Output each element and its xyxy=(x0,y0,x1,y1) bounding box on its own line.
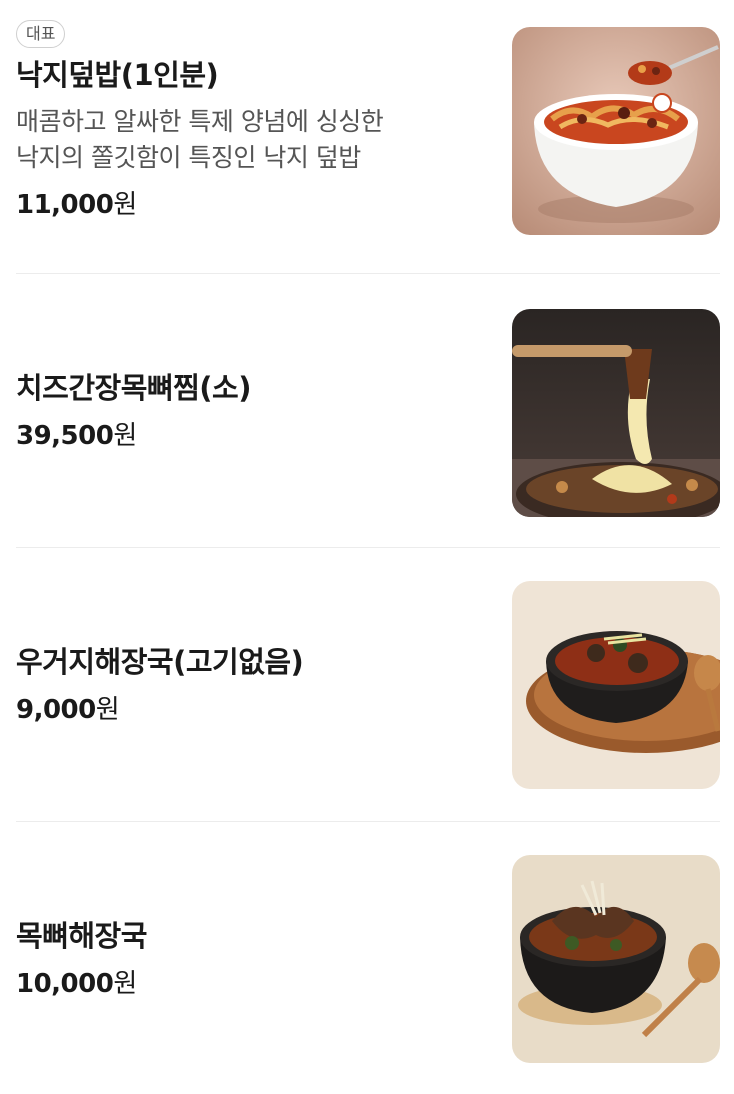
menu-item-price: 11,000원 xyxy=(16,188,490,222)
price-value: 9,000 xyxy=(16,694,96,725)
menu-item[interactable]: 대표 낙지덮밥(1인분) 매콤하고 알싸한 특제 양념에 싱싱한 낙지의 쫄깃함… xyxy=(16,0,720,274)
price-currency: 원 xyxy=(113,969,137,999)
price-currency: 원 xyxy=(113,190,137,220)
menu-item-price: 39,500원 xyxy=(16,419,490,453)
menu-item-description-line: 매콤하고 알싸한 특제 양념에 싱싱한 xyxy=(16,107,384,136)
price-value: 39,500 xyxy=(16,420,114,451)
menu-item-photo[interactable] xyxy=(512,27,720,235)
menu-item-description: 매콤하고 알싸한 특제 양념에 싱싱한 낙지의 쫄깃함이 특징인 낙지 덮밥 xyxy=(16,104,490,176)
pork-neck-haejangguk-photo xyxy=(512,855,720,1063)
menu-item-text: 대표 낙지덮밥(1인분) 매콤하고 알싸한 특제 양념에 싱싱한 낙지의 쫄깃함… xyxy=(16,0,490,273)
ugeoji-haejangguk-photo xyxy=(512,581,720,789)
nakji-deopbap-photo xyxy=(512,27,720,235)
menu-item-name: 낙지덮밥(1인분) xyxy=(16,58,219,92)
signature-badge: 대표 xyxy=(16,20,66,48)
price-value: 11,000 xyxy=(16,190,114,220)
menu-list: 대표 낙지덮밥(1인분) 매콤하고 알싸한 특제 양념에 싱싱한 낙지의 쫄깃함… xyxy=(0,0,734,1094)
menu-item-price: 9,000원 xyxy=(16,693,490,727)
menu-item-name: 목뼈해장국 xyxy=(16,919,147,953)
menu-item-name: 치즈간장목뼈찜(소) xyxy=(16,370,251,405)
price-currency: 원 xyxy=(113,420,137,451)
menu-item[interactable]: 목뼈해장국 10,000원 xyxy=(16,822,720,1094)
cheese-soy-braised-pork-neck-photo xyxy=(512,309,720,517)
menu-item-photo[interactable] xyxy=(512,581,720,789)
menu-item-text: 목뼈해장국 10,000원 xyxy=(16,822,490,1094)
menu-item-photo[interactable] xyxy=(512,855,720,1063)
menu-item-price: 10,000원 xyxy=(16,967,490,1001)
menu-item-text: 치즈간장목뼈찜(소) 39,500원 xyxy=(16,274,490,547)
price-value: 10,000 xyxy=(16,969,114,999)
price-currency: 원 xyxy=(95,694,120,725)
menu-item-name: 우거지해장국(고기없음) xyxy=(16,644,304,679)
menu-item[interactable]: 치즈간장목뼈찜(소) 39,500원 xyxy=(16,274,720,548)
menu-item[interactable]: 우거지해장국(고기없음) 9,000원 xyxy=(16,548,720,822)
menu-item-text: 우거지해장국(고기없음) 9,000원 xyxy=(16,548,490,821)
menu-item-photo[interactable] xyxy=(512,309,720,517)
menu-item-description-line: 낙지의 쫄깃함이 특징인 낙지 덮밥 xyxy=(16,143,361,172)
